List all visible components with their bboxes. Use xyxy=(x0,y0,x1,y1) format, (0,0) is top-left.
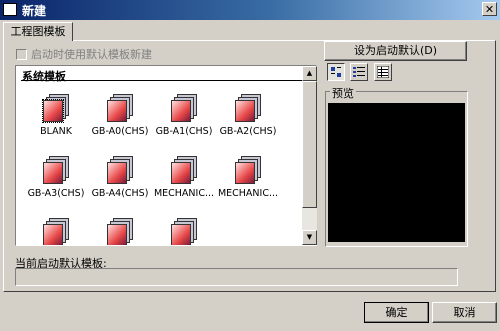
details-view-icon xyxy=(377,66,389,78)
template-item[interactable] xyxy=(88,218,152,245)
preview-label: 预览 xyxy=(330,85,356,101)
template-item[interactable]: MECHANIC... xyxy=(216,156,280,199)
template-list-scrollbar[interactable]: ▲ ▼ xyxy=(302,66,317,245)
use-default-label: 启动时使用默认模板新建 xyxy=(31,48,152,61)
template-label: MECHANIC... xyxy=(153,188,215,199)
scroll-down-arrow-icon[interactable]: ▼ xyxy=(302,230,317,245)
template-item[interactable]: GB-A1(CHS) xyxy=(152,94,216,137)
group-header: 系统模板 xyxy=(22,70,66,83)
use-default-on-startup-option[interactable]: 启动时使用默认模板新建 xyxy=(16,46,152,62)
template-file-icon xyxy=(170,156,198,186)
ok-button[interactable]: 确定 xyxy=(364,302,429,323)
template-list[interactable]: 系统模板 BLANK GB-A0(CHS) GB-A1(CHS) GB-A2(C… xyxy=(15,65,317,246)
template-item[interactable]: GB-A4(CHS) xyxy=(88,156,152,199)
window-title: 新建 xyxy=(22,4,47,18)
template-item[interactable] xyxy=(24,218,88,245)
large-icons-icon xyxy=(331,67,341,77)
template-item[interactable] xyxy=(152,218,216,245)
template-label: GB-A1(CHS) xyxy=(155,126,213,137)
template-item[interactable]: GB-A2(CHS) xyxy=(216,94,280,137)
cancel-button[interactable]: 取消 xyxy=(432,302,497,323)
set-default-button[interactable]: 设为启动默认(D) xyxy=(324,41,467,61)
current-default-field xyxy=(15,268,458,286)
group-divider xyxy=(21,80,306,81)
title-bar: 新建 ✕ xyxy=(0,0,500,20)
template-file-icon xyxy=(42,94,70,124)
template-file-icon xyxy=(234,94,262,124)
template-label: GB-A2(CHS) xyxy=(219,126,277,137)
template-file-icon xyxy=(106,94,134,124)
template-file-icon xyxy=(42,156,70,186)
use-default-checkbox[interactable] xyxy=(16,49,27,60)
view-list-button[interactable] xyxy=(350,63,368,81)
close-button[interactable]: ✕ xyxy=(482,2,497,16)
template-item[interactable]: GB-A3(CHS) xyxy=(24,156,88,199)
tab-drawing-templates[interactable]: 工程图模板 xyxy=(3,22,73,41)
template-label: BLANK xyxy=(40,126,72,137)
template-file-icon xyxy=(42,218,70,245)
template-file-icon xyxy=(106,218,134,245)
template-label: GB-A0(CHS) xyxy=(91,126,149,137)
template-item[interactable]: GB-A0(CHS) xyxy=(88,94,152,137)
template-label: GB-A3(CHS) xyxy=(27,188,85,199)
template-item[interactable]: BLANK xyxy=(24,94,88,137)
template-label: MECHANIC... xyxy=(217,188,279,199)
template-item[interactable]: MECHANIC... xyxy=(152,156,216,199)
template-file-icon xyxy=(170,218,198,245)
template-label: GB-A4(CHS) xyxy=(91,188,149,199)
view-large-icons-button[interactable] xyxy=(327,63,345,81)
preview-canvas xyxy=(328,103,465,242)
template-file-icon xyxy=(106,156,134,186)
template-file-icon xyxy=(170,94,198,124)
list-view-icon xyxy=(353,67,365,77)
template-file-icon xyxy=(234,156,262,186)
scrollbar-thumb[interactable] xyxy=(302,81,317,208)
app-icon xyxy=(3,3,17,16)
scroll-up-arrow-icon[interactable]: ▲ xyxy=(302,66,317,81)
view-details-button[interactable] xyxy=(374,63,392,81)
